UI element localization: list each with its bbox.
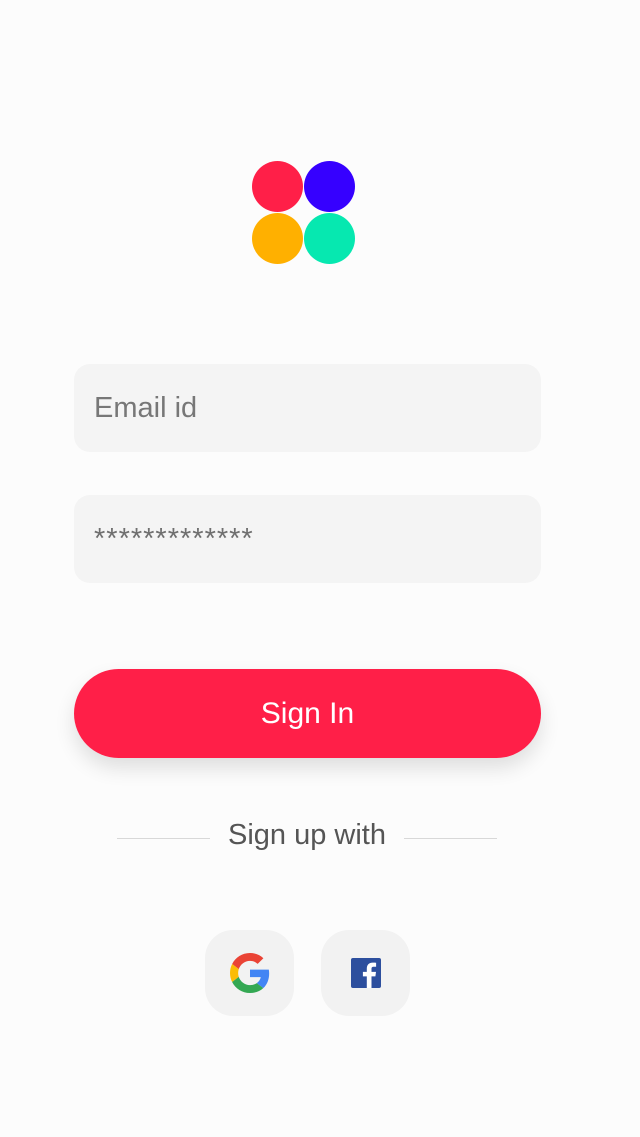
divider-line-right bbox=[404, 838, 497, 839]
google-icon bbox=[229, 953, 269, 993]
logo-dot-teal bbox=[304, 213, 355, 264]
logo-dot-yellow bbox=[252, 213, 303, 264]
logo-dot-red bbox=[252, 161, 303, 212]
facebook-sign-up-button[interactable] bbox=[321, 930, 410, 1016]
password-field-container bbox=[74, 495, 541, 583]
app-logo bbox=[252, 161, 356, 265]
password-field[interactable] bbox=[94, 522, 521, 556]
google-sign-up-button[interactable] bbox=[205, 930, 294, 1016]
sign-up-with-label: Sign up with bbox=[228, 819, 386, 851]
email-field-container bbox=[74, 364, 541, 452]
divider-line-left bbox=[117, 838, 210, 839]
email-field[interactable] bbox=[94, 391, 521, 425]
logo-dot-blue bbox=[304, 161, 355, 212]
facebook-icon bbox=[350, 958, 381, 988]
sign-up-divider: Sign up with bbox=[0, 815, 640, 861]
sign-in-button[interactable]: Sign In bbox=[74, 669, 541, 758]
